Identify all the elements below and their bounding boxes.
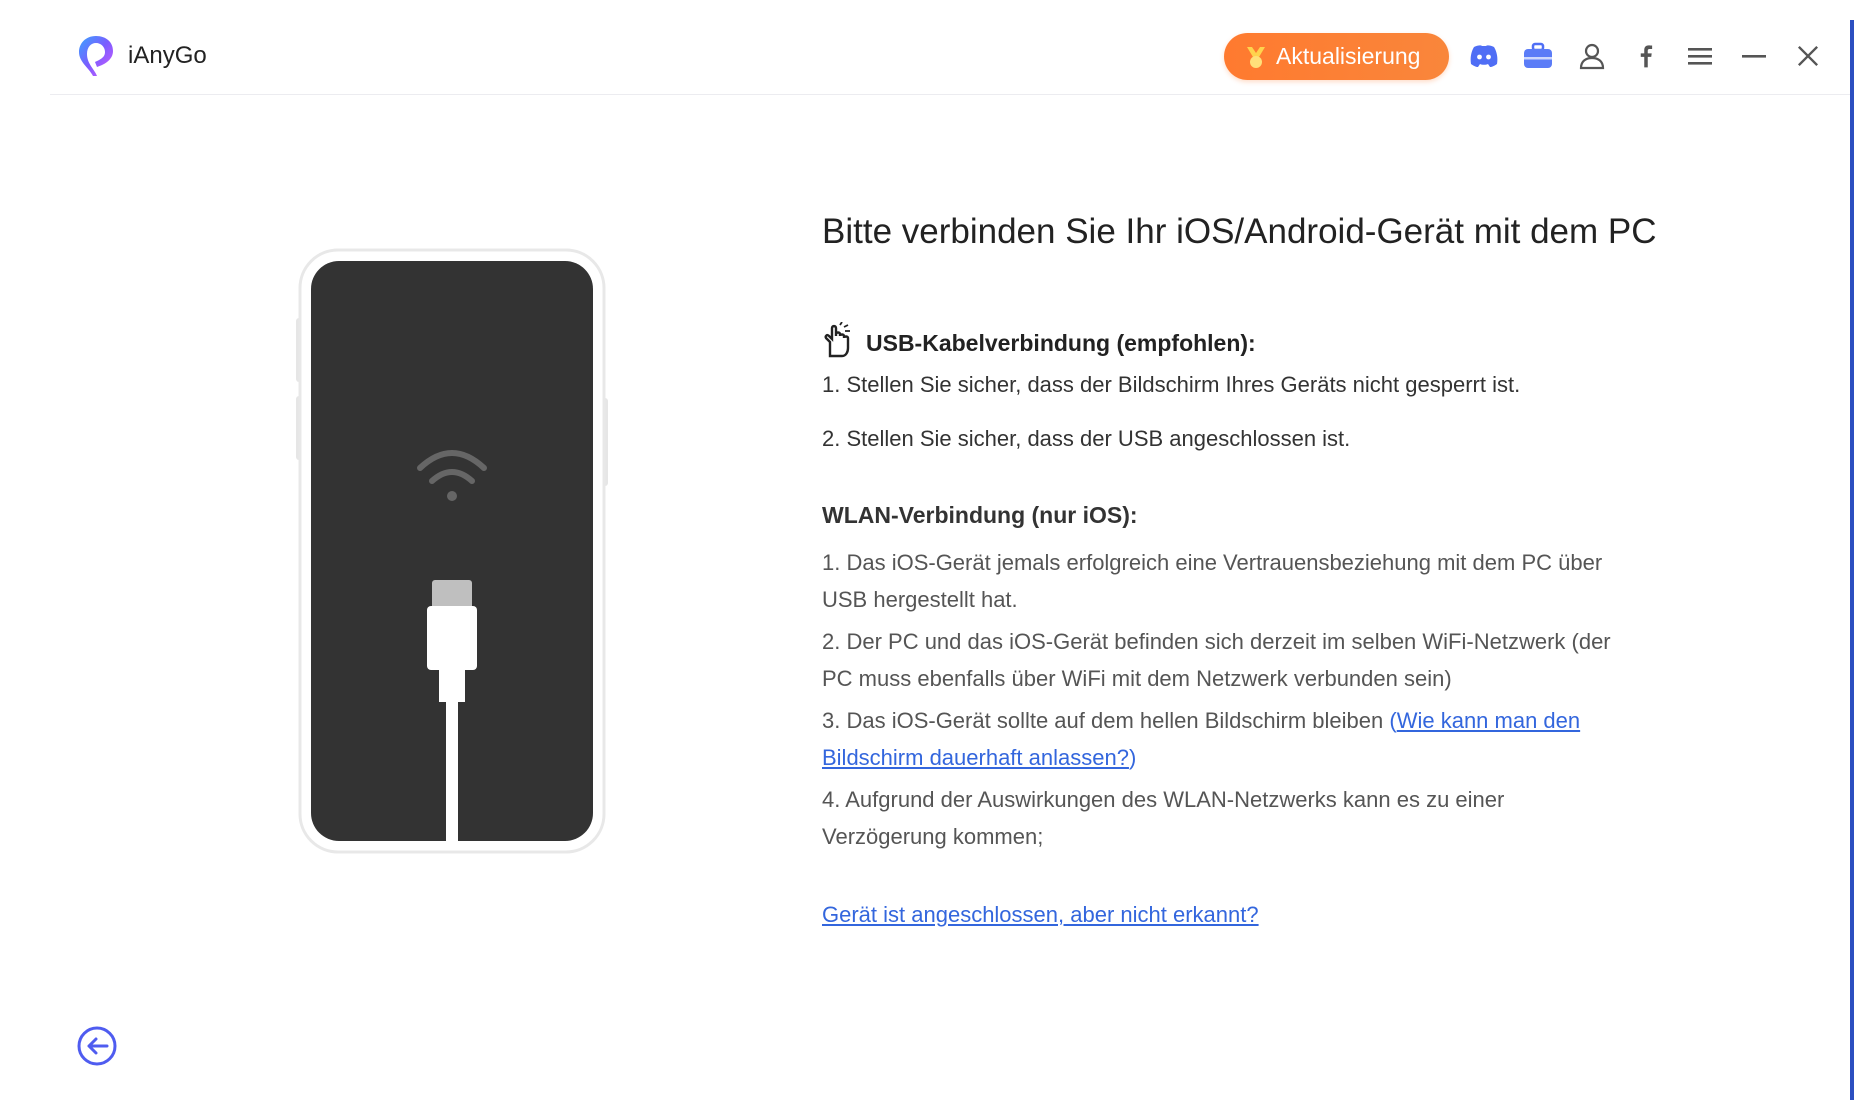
wlan-item-4-line-1: 4. Aufgrund der Auswirkungen des WLAN-Ne… [822,787,1505,812]
facebook-icon[interactable] [1626,36,1666,76]
menu-icon[interactable] [1680,36,1720,76]
screen-always-on-link-cont[interactable]: Bildschirm dauerhaft anlassen? [822,745,1129,770]
usb-item-1: 1. Stellen Sie sicher, dass der Bildschi… [822,372,1521,397]
usb-item-2: 2. Stellen Sie sicher, dass der USB ange… [822,426,1351,451]
phone-illustration [296,248,608,854]
wlan-item-1-line-1: 1. Das iOS-Gerät jemals erfolgreich eine… [822,550,1603,575]
hand-pointer-icon [824,322,850,358]
app-name: iAnyGo [128,42,207,69]
page-heading: Bitte verbinden Sie Ihr iOS/Android-Gerä… [822,212,1657,251]
wlan-item-3-line-1: 3. Das iOS-Gerät sollte auf dem hellen B… [822,702,1580,739]
back-arrow-icon[interactable] [76,1025,118,1067]
user-icon[interactable] [1572,36,1612,76]
crown-icon [1247,46,1265,68]
minimize-icon[interactable] [1734,36,1774,76]
wlan-item-3-open-paren: ( [1389,708,1397,733]
iany-go-logo [79,36,113,76]
discord-icon[interactable] [1464,36,1504,76]
device-not-recognized-link[interactable]: Gerät ist angeschlossen, aber nicht erka… [822,902,1259,928]
wlan-section-title: WLAN-Verbindung (nur iOS): [822,502,1138,528]
wlan-item-2-line-1: 2. Der PC und das iOS-Gerät befinden sic… [822,629,1611,654]
screen-always-on-link[interactable]: Wie kann man den [1397,708,1580,733]
window-edge [1850,20,1854,1100]
wlan-item-3-close-paren: ) [1128,745,1137,770]
close-icon[interactable] [1788,36,1828,76]
wlan-item-4-line-2: Verzögerung kommen; [822,824,1044,849]
wlan-item-3-line-2: Bildschirm dauerhaft anlassen?) [822,739,1136,776]
usb-section-title: USB-Kabelverbindung (empfohlen): [866,330,1256,356]
toolbox-icon[interactable] [1518,36,1558,76]
wlan-item-1-line-2: USB hergestellt hat. [822,587,1018,612]
wlan-item-3-text: 3. Das iOS-Gerät sollte auf dem hellen B… [822,708,1390,733]
upgrade-button[interactable]: Aktualisierung [1224,33,1449,80]
wlan-item-2-line-2: PC muss ebenfalls über WiFi mit dem Netz… [822,666,1452,691]
upgrade-label: Aktualisierung [1276,43,1421,69]
